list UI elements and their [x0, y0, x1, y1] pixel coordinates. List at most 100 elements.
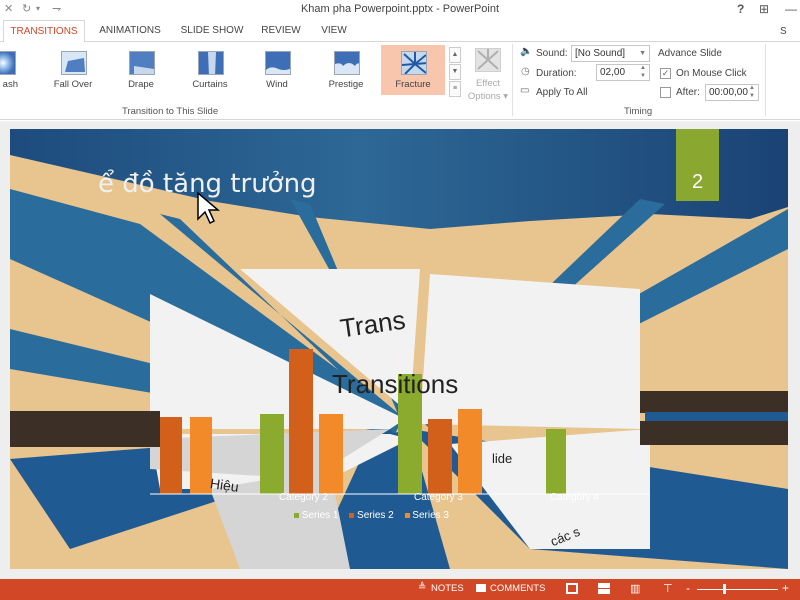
- slide-text-fragment: lide: [492, 451, 513, 466]
- tab-review[interactable]: REVIEW: [256, 20, 306, 42]
- effect-options-button[interactable]: Effect Options ▾: [468, 44, 508, 104]
- spinner-arrows-icon: ▲ ▼: [640, 65, 646, 79]
- after-time-spinner[interactable]: 00:00,00 ▲ ▼: [705, 84, 759, 101]
- transition-label: Prestige: [328, 79, 364, 90]
- sound-icon: 🔈: [520, 46, 533, 57]
- ribbon-separator: [512, 44, 513, 116]
- transition-label: Fracture: [395, 79, 431, 90]
- tab-view[interactable]: VIEW: [314, 20, 354, 42]
- chart-bar: [458, 409, 482, 494]
- transition-drape[interactable]: Drape: [109, 45, 173, 95]
- chart-bar: [289, 349, 313, 494]
- on-mouse-click-label: On Mouse Click: [676, 68, 747, 79]
- chart-bar: [428, 419, 452, 494]
- transition-label: Fall Over: [53, 79, 93, 90]
- duration-value: 02,00: [600, 67, 626, 78]
- prestige-icon: [334, 51, 360, 75]
- slide-show-button[interactable]: ⊤: [663, 582, 673, 595]
- slide-number: 2: [691, 171, 704, 193]
- curtains-icon: [198, 51, 224, 75]
- zoom-in-button[interactable]: +: [782, 581, 789, 595]
- on-mouse-click-checkbox[interactable]: ✓: [660, 68, 671, 79]
- gallery-more[interactable]: ≡: [449, 81, 461, 97]
- sound-label: Sound:: [536, 48, 568, 59]
- fracture-icon: [401, 51, 427, 75]
- transition-prestige[interactable]: Prestige: [314, 45, 378, 95]
- chart-category-label: Category 2: [279, 492, 328, 503]
- chart-legend: Series 1 Series 2 Series 3: [294, 510, 449, 521]
- ribbon-tabs: TRANSITIONS ANIMATIONS SLIDE SHOW REVIEW…: [0, 20, 800, 43]
- group-label-transition: Transition to This Slide: [122, 106, 219, 117]
- help-button[interactable]: ?: [737, 2, 744, 16]
- effect-options-icon: [475, 48, 501, 72]
- transition-flash[interactable]: ash: [0, 45, 34, 95]
- wind-icon: [265, 51, 291, 75]
- chart-bar: [546, 429, 566, 494]
- after-label: After:: [676, 87, 700, 98]
- reading-view-button[interactable]: ▥: [630, 582, 640, 595]
- legend-label: Series 2: [357, 510, 394, 521]
- slide-sorter-view-button[interactable]: [598, 583, 610, 594]
- ribbon: ash Fall Over Drape Curtains Wind Presti…: [0, 42, 800, 120]
- tab-animations[interactable]: ANIMATIONS: [92, 20, 168, 42]
- clock-icon: ◷: [521, 66, 530, 77]
- tab-slide-show[interactable]: SLIDE SHOW: [176, 20, 248, 42]
- slide-canvas[interactable]: ể đồ tăng trưởng 2 Trans Transitions lid…: [10, 129, 788, 569]
- slide-text-fragment: Transitions: [332, 369, 459, 399]
- mouse-cursor-icon: [197, 191, 220, 225]
- chart-bar: [260, 414, 284, 494]
- transition-label: Wind: [266, 79, 288, 90]
- after-checkbox[interactable]: [660, 87, 671, 98]
- sound-dropdown[interactable]: [No Sound] ▼: [571, 45, 650, 62]
- transition-fracture[interactable]: Fracture: [381, 45, 445, 95]
- advance-slide-label: Advance Slide: [658, 48, 722, 59]
- comments-button[interactable]: COMMENTS: [490, 583, 545, 594]
- chart-category-label: Category 3: [414, 492, 463, 503]
- after-value: 00:00,00: [709, 87, 748, 98]
- gallery-scroll-up[interactable]: ▲: [449, 47, 461, 63]
- tab-transitions[interactable]: TRANSITIONS: [3, 20, 85, 43]
- apply-to-all-button[interactable]: Apply To All: [536, 87, 588, 98]
- status-bar: ≜ NOTES COMMENTS ▥ ⊤ - +: [0, 579, 800, 600]
- notes-icon: ≜: [418, 582, 427, 593]
- slide-editor-area: ể đồ tăng trưởng 2 Trans Transitions lid…: [0, 121, 800, 579]
- normal-view-button[interactable]: [566, 583, 578, 594]
- spinner-arrows-icon: ▲ ▼: [749, 85, 755, 99]
- transition-label: Curtains: [192, 79, 228, 90]
- transition-curtains[interactable]: Curtains: [178, 45, 242, 95]
- legend-label: Series 3: [412, 510, 449, 521]
- chart-category-label: Category 4: [550, 492, 599, 503]
- title-bar: ✕ ↻ ▾ ⇁ Kham pha Powerpoint.pptx - Power…: [0, 0, 800, 20]
- zoom-slider-handle[interactable]: [723, 584, 726, 594]
- legend-label: Series 1: [301, 510, 339, 521]
- sign-in-fragment[interactable]: S: [780, 26, 787, 37]
- zoom-out-button[interactable]: -: [686, 581, 690, 595]
- gallery-scroll-down[interactable]: ▼: [449, 64, 461, 80]
- transition-label: Drape: [128, 79, 154, 90]
- flash-icon: [0, 51, 16, 75]
- ribbon-display-options-button[interactable]: ⊞: [759, 2, 769, 16]
- chart-bar: [319, 414, 343, 494]
- transition-fall-over[interactable]: Fall Over: [41, 45, 105, 95]
- drape-icon: [129, 51, 155, 75]
- duration-label: Duration:: [536, 68, 577, 79]
- transition-wind[interactable]: Wind: [245, 45, 309, 95]
- chart-bar: [160, 417, 182, 494]
- duration-spinner[interactable]: 02,00 ▲ ▼: [596, 64, 650, 81]
- legend-swatch-series1: [294, 513, 299, 518]
- zoom-slider-track[interactable]: [697, 589, 778, 590]
- fall-over-icon: [61, 51, 87, 75]
- sound-value: [No Sound]: [575, 48, 626, 59]
- effect-options-label-1: Effect: [475, 78, 501, 89]
- effect-options-label-2: Options ▾: [467, 91, 509, 102]
- legend-swatch-series2: [349, 513, 355, 518]
- ribbon-separator: [765, 44, 766, 116]
- apply-to-all-icon: ▭: [520, 85, 530, 96]
- window-title: Kham pha Powerpoint.pptx - PowerPoint: [300, 3, 500, 15]
- notes-button[interactable]: NOTES: [431, 583, 464, 594]
- minimize-button[interactable]: —: [785, 2, 797, 16]
- comments-icon: [476, 584, 486, 592]
- chevron-down-icon: ▼: [639, 50, 646, 57]
- group-label-timing: Timing: [624, 106, 653, 117]
- transition-label: ash: [2, 79, 18, 90]
